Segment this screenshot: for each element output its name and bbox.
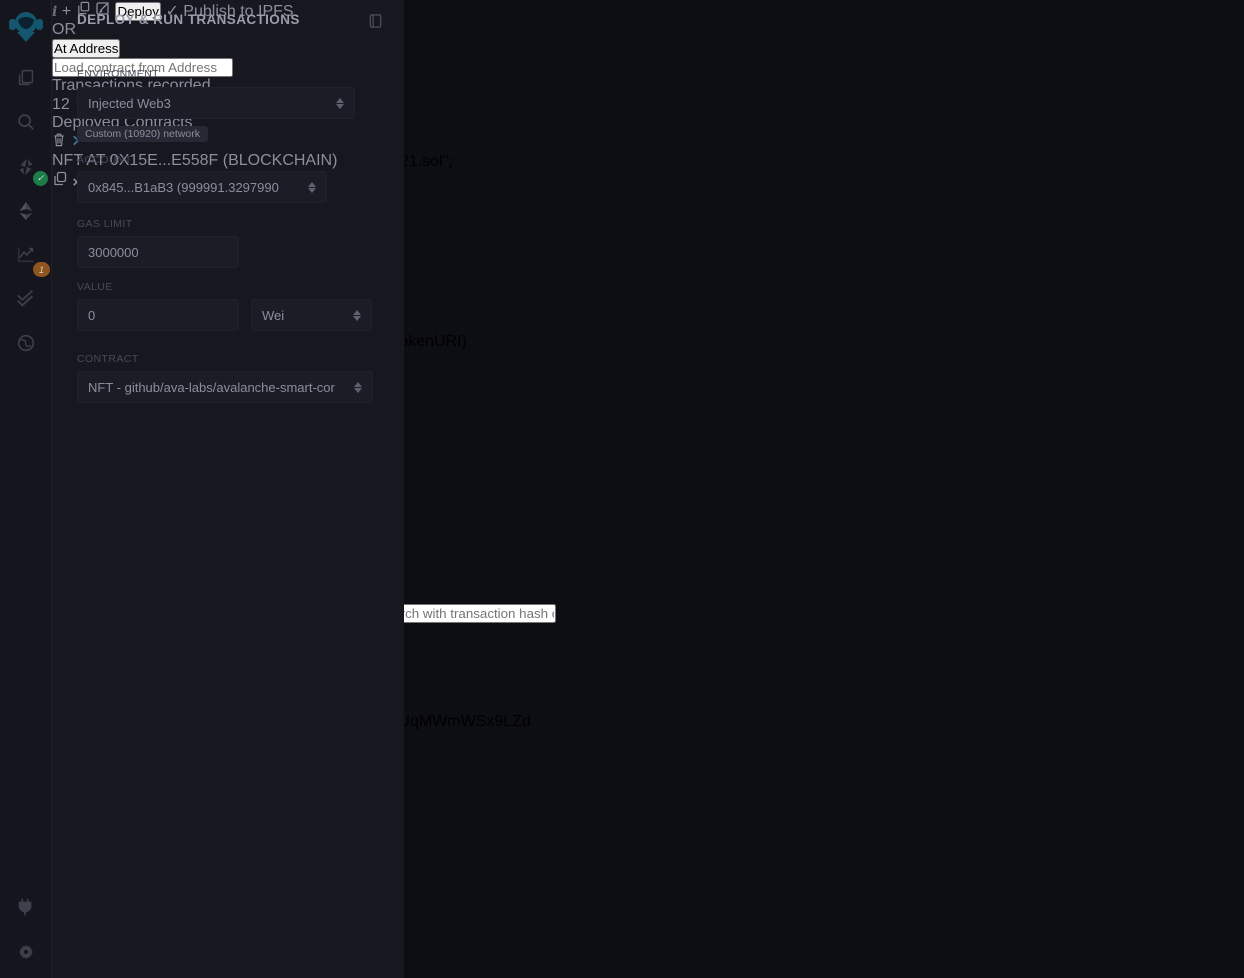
select-caret-icon bbox=[308, 182, 316, 193]
select-caret-icon bbox=[354, 382, 362, 393]
analytics-count-badge: 1 bbox=[33, 262, 50, 277]
value-unit-select[interactable]: Wei bbox=[251, 299, 372, 331]
gas-limit-label: GAS LIMIT bbox=[77, 218, 133, 230]
add-account-icon[interactable]: + bbox=[62, 3, 71, 20]
deploy-run-panel: DEPLOY & RUN TRANSACTIONS ENVIRONMENT In… bbox=[52, 0, 404, 978]
unit-testing-icon[interactable] bbox=[0, 281, 52, 315]
gas-limit-input-wrap bbox=[77, 236, 239, 268]
copy-deployed-icon[interactable] bbox=[52, 174, 72, 191]
value-input[interactable] bbox=[88, 308, 228, 323]
icon-panel: ✓ 1 bbox=[0, 0, 52, 978]
select-caret-icon bbox=[353, 310, 361, 321]
value-label: VALUE bbox=[77, 281, 113, 293]
select-caret-icon bbox=[336, 98, 344, 109]
settings-gear-icon[interactable] bbox=[0, 935, 52, 969]
gas-limit-input[interactable] bbox=[88, 245, 228, 260]
documentation-icon[interactable] bbox=[368, 13, 383, 34]
file-explorer-icon[interactable] bbox=[0, 61, 52, 95]
solidity-compiler-icon[interactable]: ✓ bbox=[0, 150, 52, 184]
contract-label: CONTRACT bbox=[77, 353, 139, 365]
search-icon[interactable] bbox=[0, 105, 52, 139]
at-address-button[interactable]: At Address bbox=[52, 39, 120, 58]
transactions-count-badge: 12 bbox=[52, 96, 70, 113]
environment-label: ENVIRONMENT bbox=[77, 68, 159, 80]
value-input-wrap bbox=[77, 299, 239, 331]
account-select[interactable]: 0x845...B1aB3 (999991.3297990 bbox=[77, 171, 327, 203]
clear-deployed-trash-icon[interactable] bbox=[52, 134, 70, 151]
analytics-icon[interactable]: 1 bbox=[0, 237, 52, 271]
remix-ide: ✓ 1 bbox=[0, 0, 1244, 978]
debugger-icon[interactable] bbox=[0, 326, 52, 360]
account-label: ACCOUNT bbox=[77, 154, 132, 166]
deploy-run-icon[interactable] bbox=[0, 194, 52, 228]
compiler-success-badge: ✓ bbox=[33, 171, 48, 186]
network-badge: Custom (10920) network bbox=[77, 126, 208, 142]
remix-logo-icon bbox=[7, 8, 45, 46]
plugin-manager-icon[interactable] bbox=[0, 890, 52, 924]
contract-select[interactable]: NFT - github/ava-labs/avalanche-smart-co… bbox=[77, 371, 373, 403]
environment-info-icon[interactable]: i bbox=[52, 4, 57, 20]
panel-title: DEPLOY & RUN TRANSACTIONS bbox=[77, 12, 300, 27]
environment-select[interactable]: Injected Web3 bbox=[77, 87, 355, 119]
